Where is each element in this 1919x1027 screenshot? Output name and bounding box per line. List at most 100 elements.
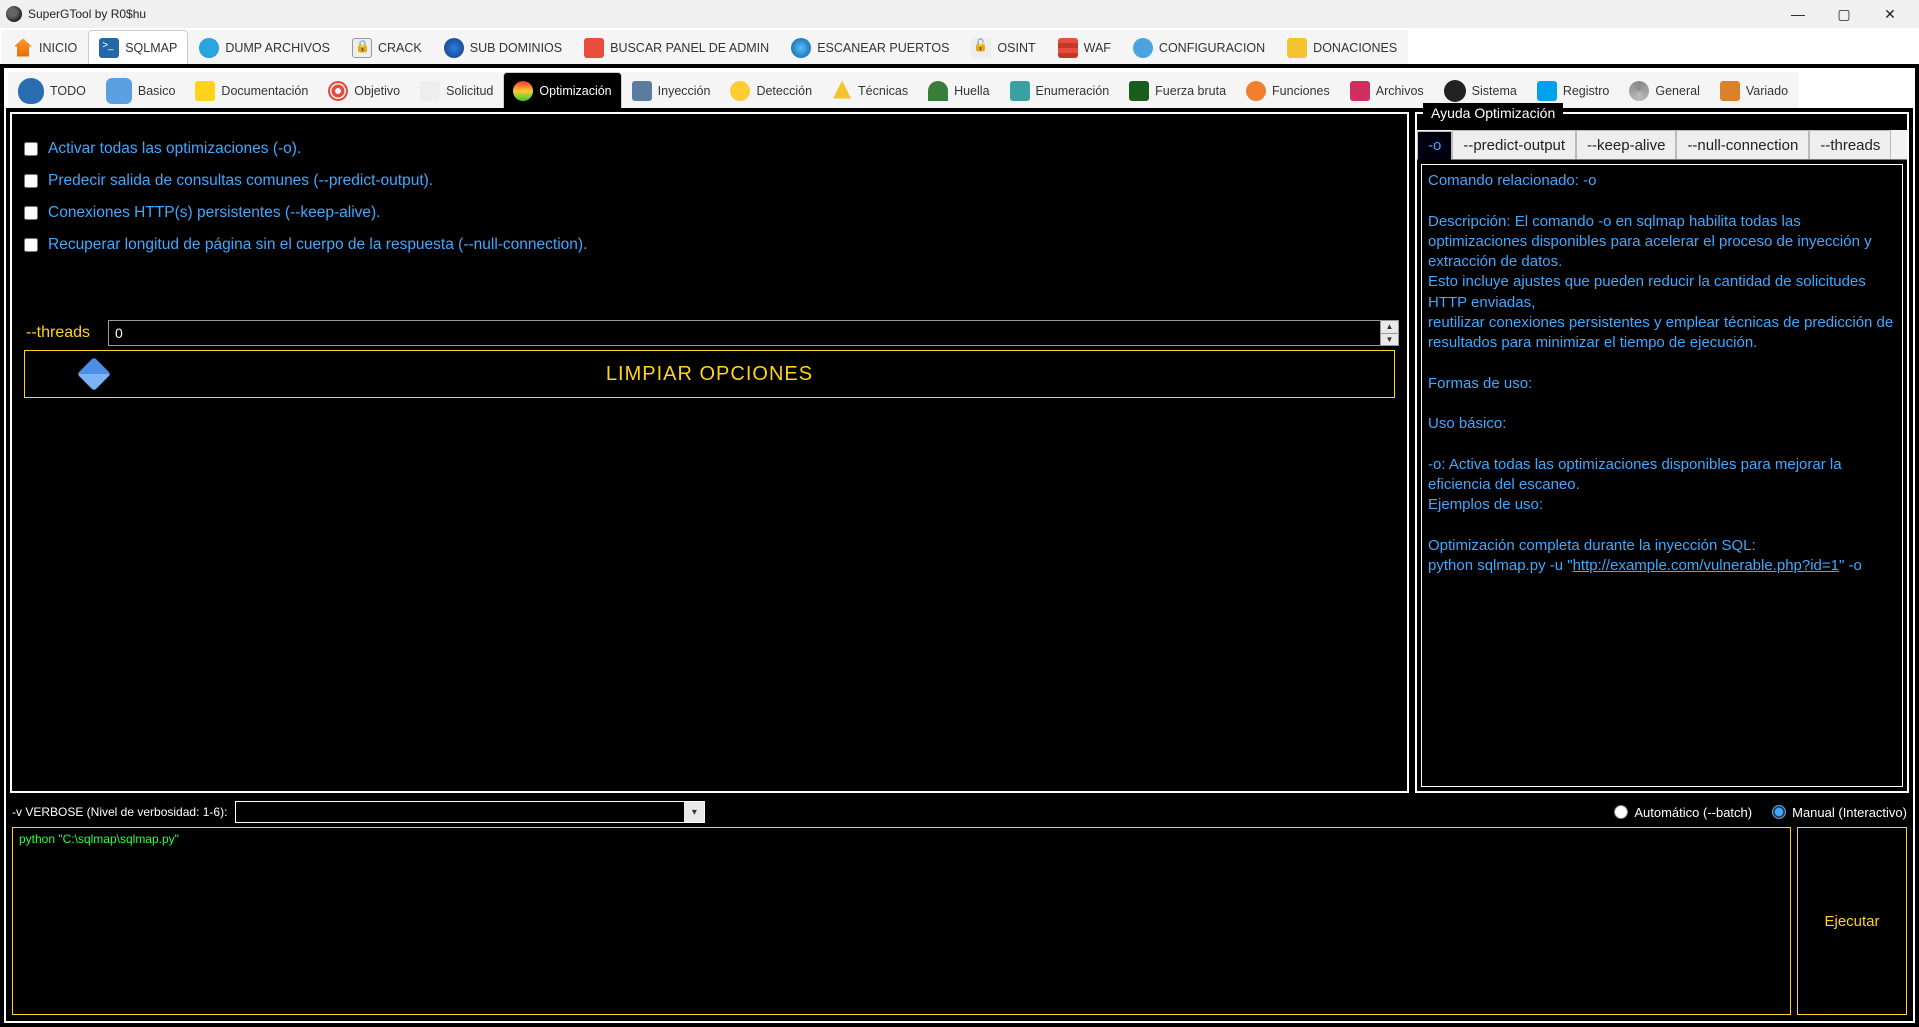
verbose-select[interactable]: ▾	[235, 801, 705, 823]
sub-tab-opt[interactable]: Optimización	[503, 72, 621, 108]
option-activate-all[interactable]: Activar todas las optimizaciones (-o).	[24, 140, 1399, 158]
main-tab-label: INICIO	[39, 41, 77, 55]
sub-tab-tec[interactable]: Técnicas	[822, 72, 918, 108]
option-predict-label: Predecir salida de consultas comunes (--…	[48, 172, 433, 190]
main-tab-crack[interactable]: CRACK	[341, 30, 433, 64]
hue-icon	[928, 81, 948, 101]
sub-tab-label: Técnicas	[858, 84, 908, 98]
sub-tab-doc[interactable]: Documentación	[185, 72, 318, 108]
sub-tab-label: Optimización	[539, 84, 611, 98]
option-o-label: Activar todas las optimizaciones (-o).	[48, 140, 301, 158]
threads-input-wrap: ▲ ▼	[108, 320, 1399, 346]
main-tab-sqlmap[interactable]: SQLMAP	[88, 30, 188, 64]
sol-icon	[420, 81, 440, 101]
main-tab-don[interactable]: DONACIONES	[1276, 30, 1408, 64]
help-tab-predictoutput[interactable]: --predict-output	[1452, 130, 1576, 159]
window-titlebar: SuperGTool by R0$hu — ▢ ✕	[0, 0, 1919, 28]
don-icon	[1287, 38, 1307, 58]
help-text-line	[1428, 434, 1896, 454]
threads-label: --threads	[26, 324, 90, 342]
sub-tab-label: Basico	[138, 84, 176, 98]
main-tab-admin[interactable]: BUSCAR PANEL DE ADMIN	[573, 30, 780, 64]
checkbox-nullconn[interactable]	[24, 238, 38, 252]
option-keepalive-label: Conexiones HTTP(s) persistentes (--keep-…	[48, 204, 381, 222]
spin-down[interactable]: ▼	[1380, 334, 1398, 346]
radio-auto[interactable]	[1614, 805, 1628, 819]
help-text-line: Uso básico:	[1428, 414, 1896, 434]
mode-manual[interactable]: Manual (Interactivo)	[1772, 805, 1907, 820]
sub-tab-obj[interactable]: Objetivo	[318, 72, 410, 108]
main-tab-conf[interactable]: CONFIGURACION	[1122, 30, 1276, 64]
fb-icon	[1129, 81, 1149, 101]
sub-tab-fun[interactable]: Funciones	[1236, 72, 1340, 108]
help-link-prefix: python sqlmap.py -u "	[1428, 557, 1573, 574]
inicio-icon	[13, 38, 33, 58]
main-tab-waf[interactable]: WAF	[1047, 30, 1122, 64]
help-tab-threads[interactable]: --threads	[1809, 130, 1891, 159]
enu-icon	[1010, 81, 1030, 101]
checkbox-o[interactable]	[24, 142, 38, 156]
sub-tab-basico[interactable]: Basico	[96, 72, 186, 108]
help-tab-nullconnection[interactable]: --null-connection	[1676, 130, 1809, 159]
det-icon	[730, 81, 750, 101]
execute-button[interactable]: Ejecutar	[1797, 827, 1907, 1015]
threads-input[interactable]	[109, 321, 1380, 345]
sub-tab-gen[interactable]: General	[1619, 72, 1709, 108]
spin-up[interactable]: ▲	[1380, 321, 1398, 334]
checkbox-predict[interactable]	[24, 174, 38, 188]
main-tab-ports[interactable]: ESCANEAR PUERTOS	[780, 30, 960, 64]
sub-tab-label: Documentación	[221, 84, 308, 98]
app-icon	[6, 6, 22, 22]
option-nullconn-label: Recuperar longitud de página sin el cuer…	[48, 236, 587, 254]
sub-tab-label: Registro	[1563, 84, 1610, 98]
sub-tab-label: Fuerza bruta	[1155, 84, 1226, 98]
clear-options-button[interactable]: LIMPIAR OPCIONES	[24, 350, 1395, 398]
checkbox-keepalive[interactable]	[24, 206, 38, 220]
sub-tab-var[interactable]: Variado	[1710, 72, 1798, 108]
sub-tab-enu[interactable]: Enumeración	[1000, 72, 1120, 108]
help-tab-o[interactable]: -o	[1417, 131, 1452, 160]
sub-tab-fb[interactable]: Fuerza bruta	[1119, 72, 1236, 108]
main-tab-subdom[interactable]: SUB DOMINIOS	[433, 30, 573, 64]
todo-icon	[18, 78, 44, 104]
help-example-link[interactable]: http://example.com/vulnerable.php?id=1	[1573, 557, 1839, 574]
sub-tab-todo[interactable]: TODO	[8, 72, 96, 108]
minimize-button[interactable]: —	[1775, 0, 1821, 28]
main-tab-label: SQLMAP	[125, 41, 177, 55]
crack-icon	[352, 38, 372, 58]
main-tab-label: CRACK	[378, 41, 422, 55]
help-tab-keepalive[interactable]: --keep-alive	[1576, 130, 1676, 159]
main-tab-label: WAF	[1084, 41, 1111, 55]
radio-manual[interactable]	[1772, 805, 1786, 819]
sqlmap-icon	[99, 38, 119, 58]
option-predict-output[interactable]: Predecir salida de consultas comunes (--…	[24, 172, 1399, 190]
sub-tab-det[interactable]: Detección	[720, 72, 822, 108]
var-icon	[1720, 81, 1740, 101]
iny-icon	[632, 81, 652, 101]
maximize-button[interactable]: ▢	[1821, 0, 1867, 28]
clear-options-label: LIMPIAR OPCIONES	[606, 363, 813, 386]
help-link-suffix: " -o	[1839, 557, 1862, 574]
help-text-line: Comando relacionado: -o	[1428, 171, 1896, 191]
sub-tab-iny[interactable]: Inyección	[622, 72, 721, 108]
main-tab-dump[interactable]: DUMP ARCHIVOS	[188, 30, 341, 64]
sub-tab-arc[interactable]: Archivos	[1340, 72, 1434, 108]
sub-tab-hue[interactable]: Huella	[918, 72, 999, 108]
eraser-icon	[77, 357, 111, 391]
help-text-line: Ejemplos de uso:	[1428, 495, 1896, 515]
chevron-down-icon[interactable]: ▾	[684, 802, 704, 822]
terminal-output[interactable]: python "C:\sqlmap\sqlmap.py"	[12, 827, 1791, 1015]
window-title: SuperGTool by R0$hu	[28, 7, 146, 21]
help-text-line: Optimización completa durante la inyecci…	[1428, 536, 1896, 556]
sub-tab-label: TODO	[50, 84, 86, 98]
main-tab-inicio[interactable]: INICIO	[2, 30, 88, 64]
option-keep-alive[interactable]: Conexiones HTTP(s) persistentes (--keep-…	[24, 204, 1399, 222]
close-button[interactable]: ✕	[1867, 0, 1913, 28]
option-null-connection[interactable]: Recuperar longitud de página sin el cuer…	[24, 236, 1399, 254]
mode-auto[interactable]: Automático (--batch)	[1614, 805, 1752, 820]
help-body: Comando relacionado: -o Descripción: El …	[1421, 164, 1903, 787]
sub-tab-sol[interactable]: Solicitud	[410, 72, 503, 108]
main-tab-label: SUB DOMINIOS	[470, 41, 562, 55]
main-tab-osint[interactable]: OSINT	[960, 30, 1046, 64]
sub-tab-label: Huella	[954, 84, 989, 98]
